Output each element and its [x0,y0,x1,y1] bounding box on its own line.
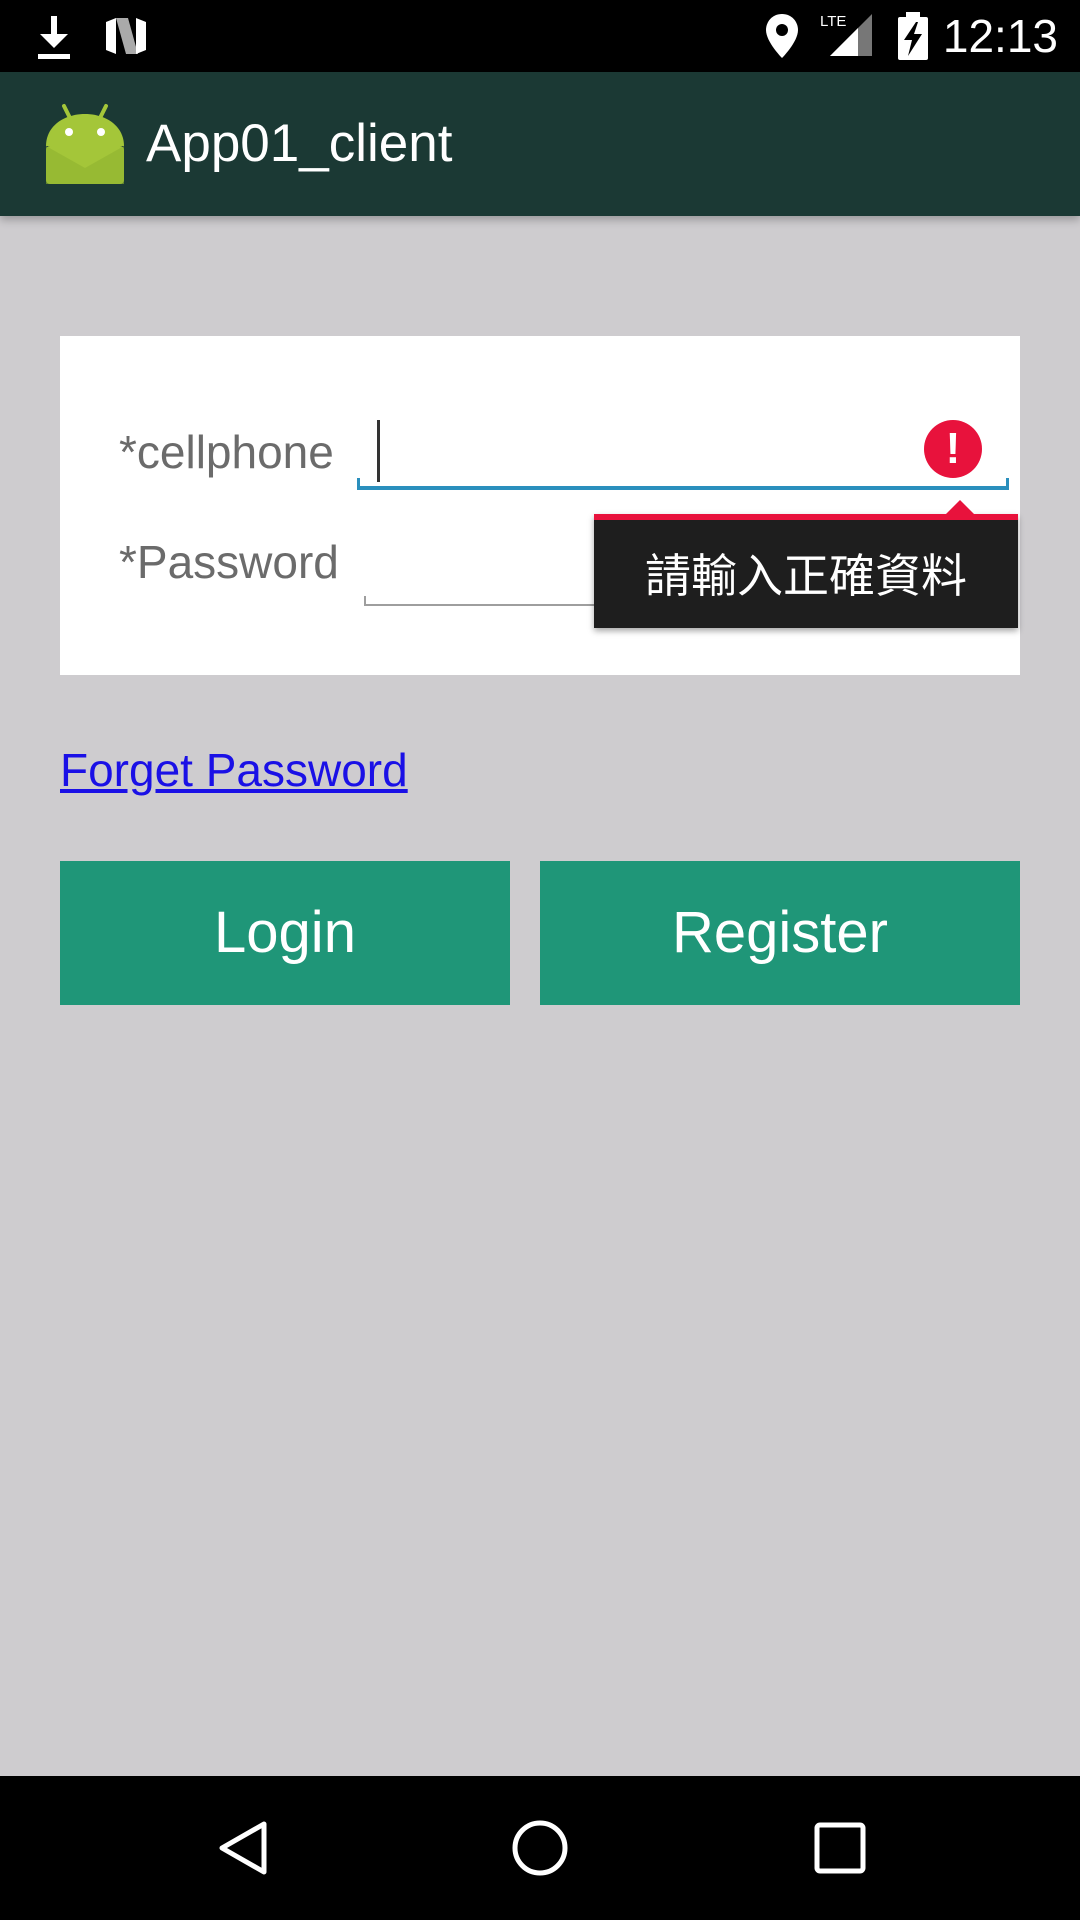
error-message: 請輸入正確資料 [645,549,967,603]
battery-charging-icon [898,12,928,60]
text-cursor [377,420,380,482]
app-bar: App01_client [0,72,1080,216]
lte-label: LTE [820,13,846,30]
app-title: App01_client [146,114,453,173]
back-icon[interactable] [192,1798,292,1898]
lte-signal-icon: LTE [820,13,872,56]
password-label: *Password [119,536,339,588]
error-popup: 請輸入正確資料 [594,500,1018,628]
error-exclamation-icon: ! [924,420,982,478]
location-icon [766,14,798,58]
navigation-bar [0,1776,1080,1920]
home-icon[interactable] [490,1798,590,1898]
android-logo-icon [46,104,124,184]
cellphone-input[interactable] [357,414,1009,490]
cellphone-underline [357,478,1009,490]
cellphone-label: *cellphone [119,426,334,478]
n-logo-icon [106,18,146,54]
register-button[interactable]: Register [540,861,1020,1005]
recents-icon[interactable] [790,1798,890,1898]
status-bar: LTE 12:13 [0,0,1080,72]
status-time: 12:13 [942,10,1058,62]
error-popup-arrow [944,500,976,516]
forget-password-link[interactable]: Forget Password [60,744,408,796]
login-button[interactable]: Login [60,861,510,1005]
download-icon [38,16,70,59]
